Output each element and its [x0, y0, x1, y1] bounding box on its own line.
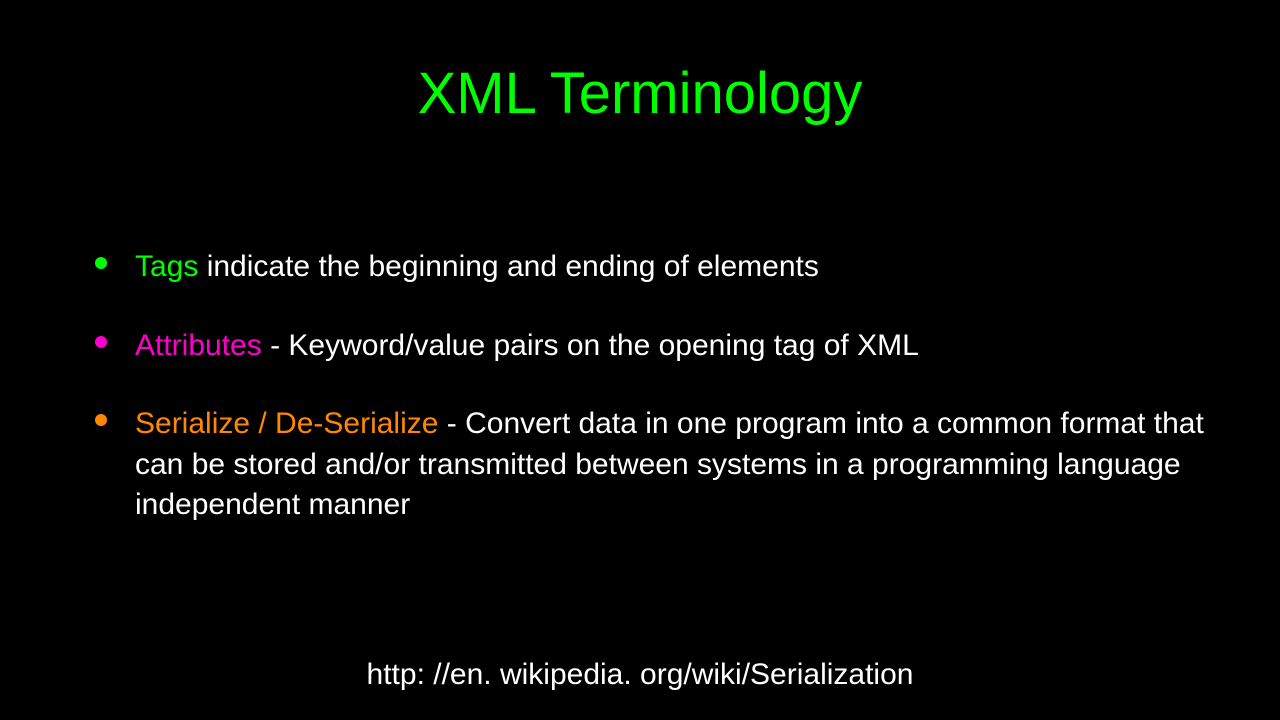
- bullet-item: Tags indicate the beginning and ending o…: [95, 247, 1220, 288]
- footer-link: http: //en. wikipedia. org/wiki/Serializ…: [0, 658, 1280, 692]
- bullet-dot-icon: [95, 257, 107, 269]
- slide-content: Tags indicate the beginning and ending o…: [0, 167, 1280, 526]
- term-label: Serialize / De-Serialize: [135, 407, 438, 440]
- bullet-dot-icon: [95, 336, 107, 348]
- term-description: indicate the beginning and ending of ele…: [198, 250, 818, 283]
- bullet-dot-icon: [95, 414, 107, 426]
- slide-title: XML Terminology: [0, 0, 1280, 167]
- term-label: Attributes: [135, 329, 262, 362]
- bullet-item: Serialize / De-Serialize - Convert data …: [95, 404, 1220, 526]
- bullet-text: Attributes - Keyword/value pairs on the …: [135, 326, 919, 367]
- term-label: Tags: [135, 250, 198, 283]
- bullet-item: Attributes - Keyword/value pairs on the …: [95, 326, 1220, 367]
- term-description: - Keyword/value pairs on the opening tag…: [262, 329, 919, 362]
- bullet-text: Serialize / De-Serialize - Convert data …: [135, 404, 1220, 526]
- bullet-text: Tags indicate the beginning and ending o…: [135, 247, 819, 288]
